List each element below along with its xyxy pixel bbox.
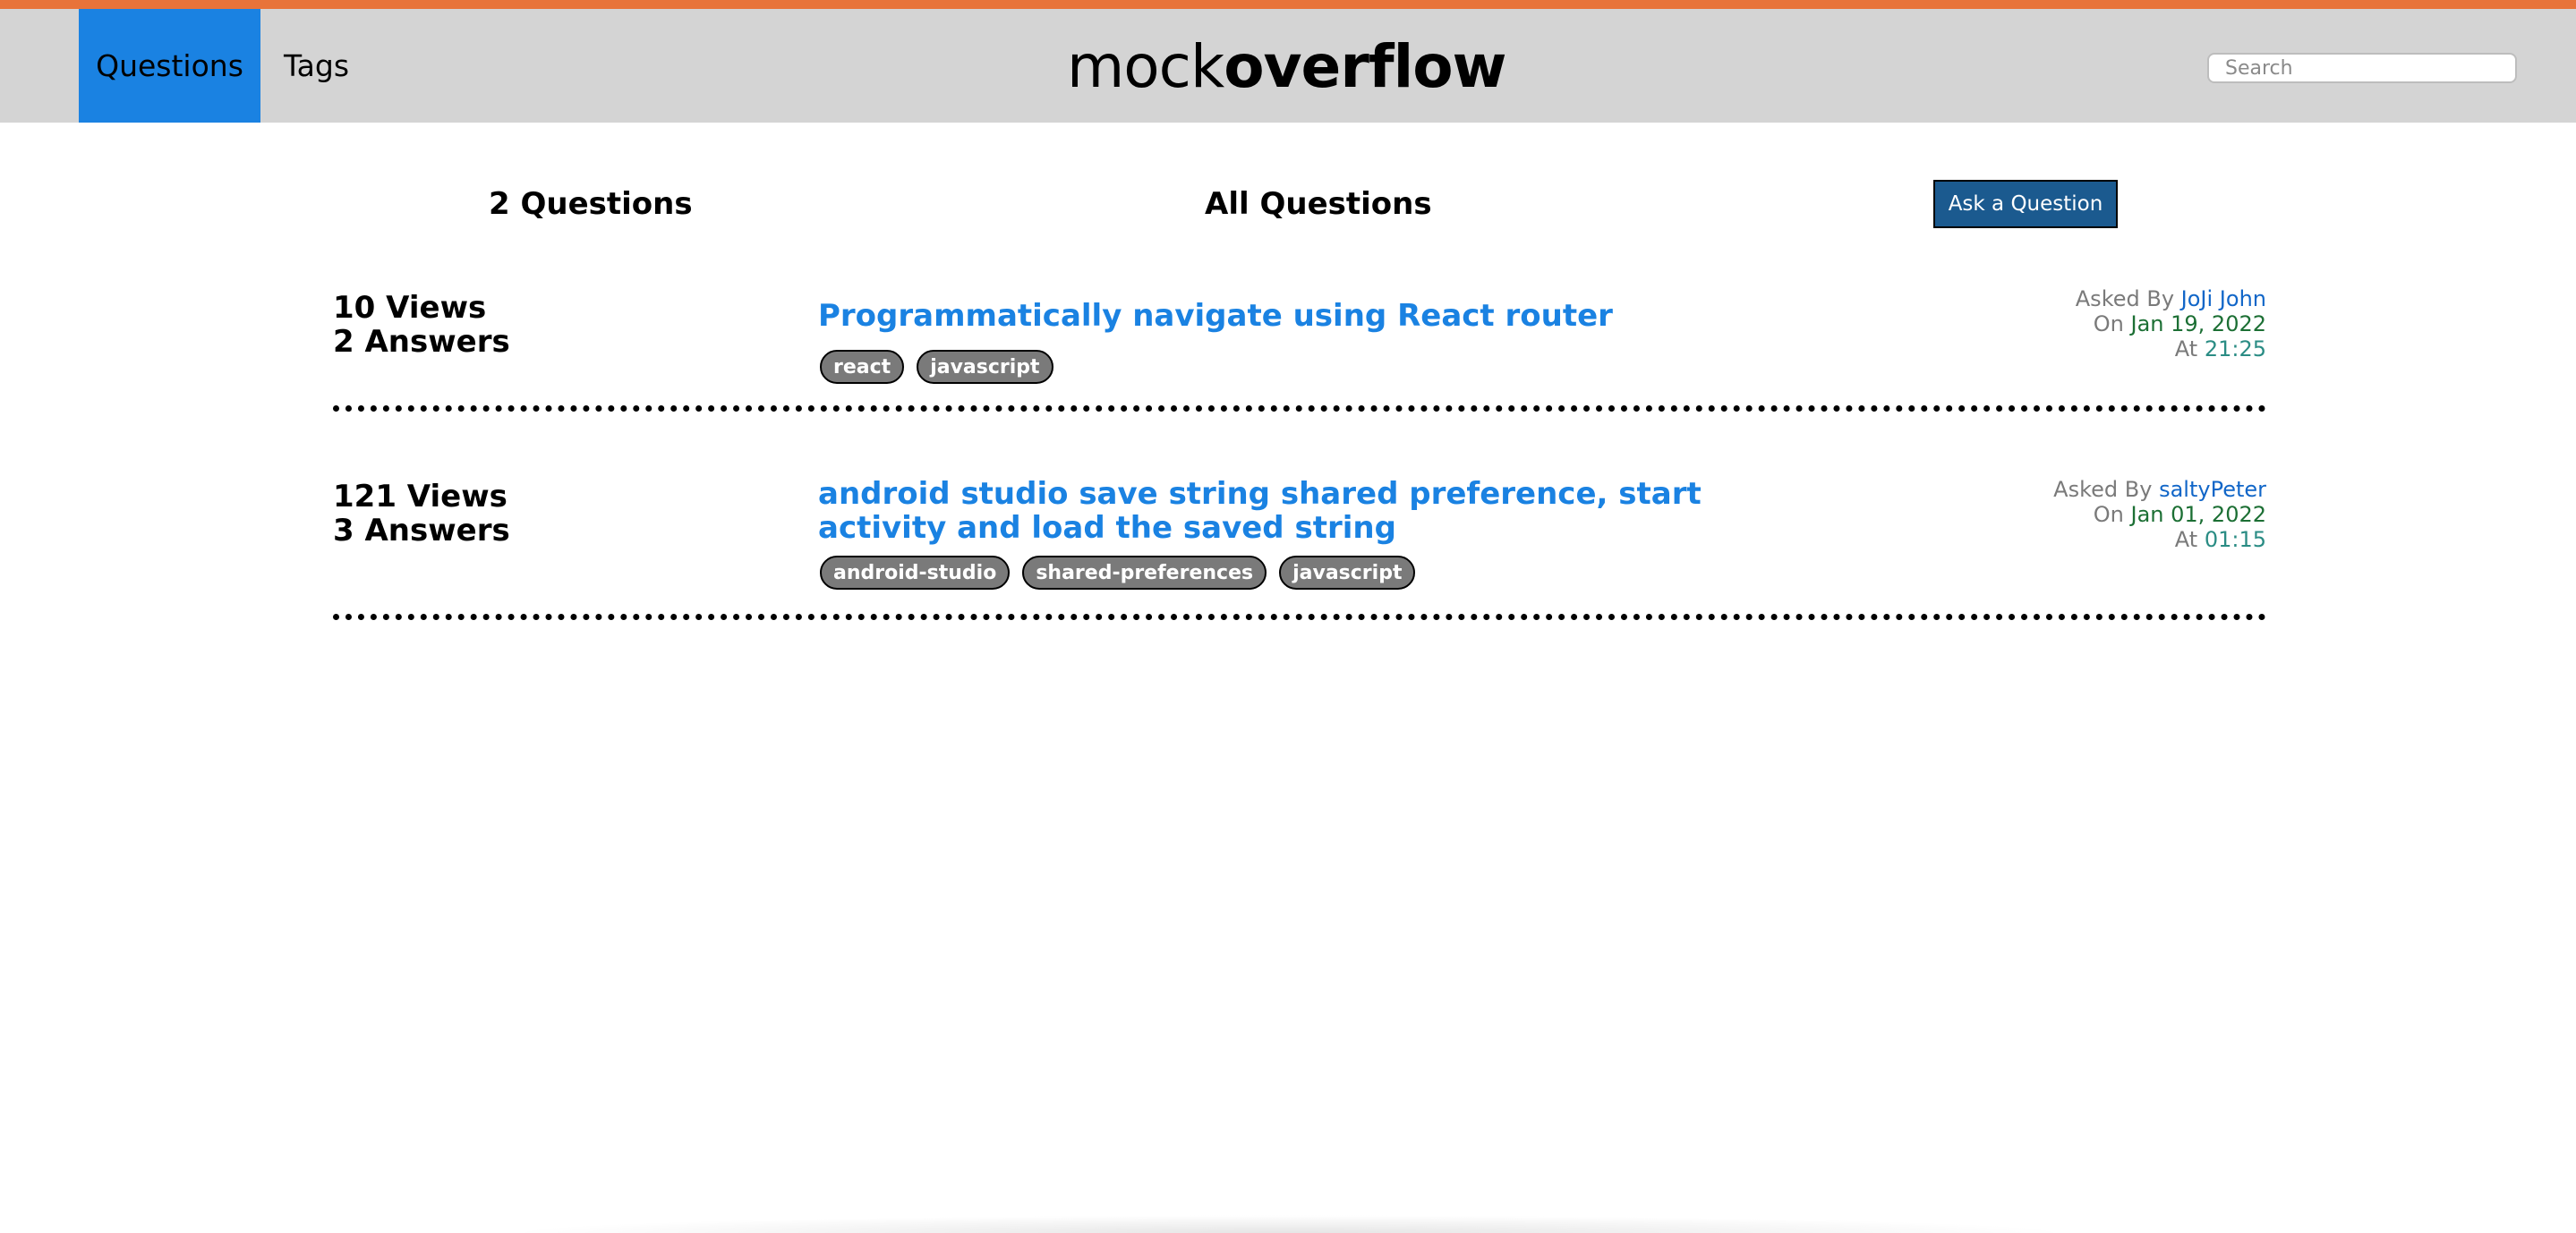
page: Questions Tags mockoverflow 2 Questions …	[0, 0, 2576, 1233]
logo-bold-text: overflow	[1224, 32, 1506, 101]
ask-question-button-label: Ask a Question	[1948, 192, 2103, 216]
question-title[interactable]: android studio save string shared prefer…	[818, 477, 1803, 545]
nav-tab-questions-label: Questions	[96, 48, 243, 83]
site-logo: mockoverflow	[1067, 36, 1507, 98]
asked-by-label: Asked By	[2075, 286, 2175, 311]
tag-android-studio[interactable]: android-studio	[820, 556, 1011, 590]
question-count: 2 Questions	[489, 186, 693, 222]
bottom-shadow	[501, 1215, 2077, 1233]
question-author[interactable]: JoJi John	[2181, 286, 2266, 311]
question-views: 121 Views	[333, 479, 508, 514]
question-views: 10 Views	[333, 290, 487, 326]
top-header: Questions Tags mockoverflow	[0, 0, 2576, 123]
asked-by-label: Asked By	[2053, 477, 2153, 502]
question-time: 01:15	[2204, 527, 2266, 552]
question-meta: Asked By saltyPeter On Jan 01, 2022 At 0…	[2053, 477, 2266, 552]
tag-javascript[interactable]: javascript	[917, 350, 1053, 384]
tag-shared-preferences[interactable]: shared-preferences	[1022, 556, 1267, 590]
question-title[interactable]: Programmatically navigate using React ro…	[818, 299, 1803, 333]
nav-tab-tags-label: Tags	[283, 48, 350, 83]
question-date: Jan 19, 2022	[2130, 311, 2267, 336]
question-tags: android-studio shared-preferences javasc…	[820, 556, 1416, 590]
question-author[interactable]: saltyPeter	[2159, 477, 2266, 502]
question-answers: 2 Answers	[333, 324, 510, 360]
question-tags: react javascript	[820, 350, 1053, 384]
question-time: 21:25	[2204, 336, 2266, 361]
question-stats: 10 Views 2 Answers	[333, 291, 510, 359]
question-date: Jan 01, 2022	[2130, 502, 2267, 527]
at-label: At	[2174, 527, 2198, 552]
logo-light-text: mock	[1067, 32, 1224, 101]
question-row: 121 Views 3 Answers android studio save …	[333, 477, 2266, 620]
question-answers: 3 Answers	[333, 513, 510, 548]
ask-question-button[interactable]: Ask a Question	[1933, 180, 2118, 228]
on-label: On	[2093, 502, 2124, 527]
search-input[interactable]	[2207, 53, 2517, 83]
tag-javascript[interactable]: javascript	[1279, 556, 1416, 590]
question-stats: 121 Views 3 Answers	[333, 480, 510, 548]
at-label: At	[2174, 336, 2198, 361]
question-row: 10 Views 2 Answers Programmatically navi…	[333, 286, 2266, 412]
nav-tab-tags[interactable]: Tags	[260, 9, 372, 123]
tag-react[interactable]: react	[820, 350, 905, 384]
on-label: On	[2093, 311, 2124, 336]
page-title: All Questions	[1205, 186, 1432, 222]
nav-tab-questions[interactable]: Questions	[79, 9, 260, 123]
question-meta: Asked By JoJi John On Jan 19, 2022 At 21…	[2076, 286, 2266, 361]
